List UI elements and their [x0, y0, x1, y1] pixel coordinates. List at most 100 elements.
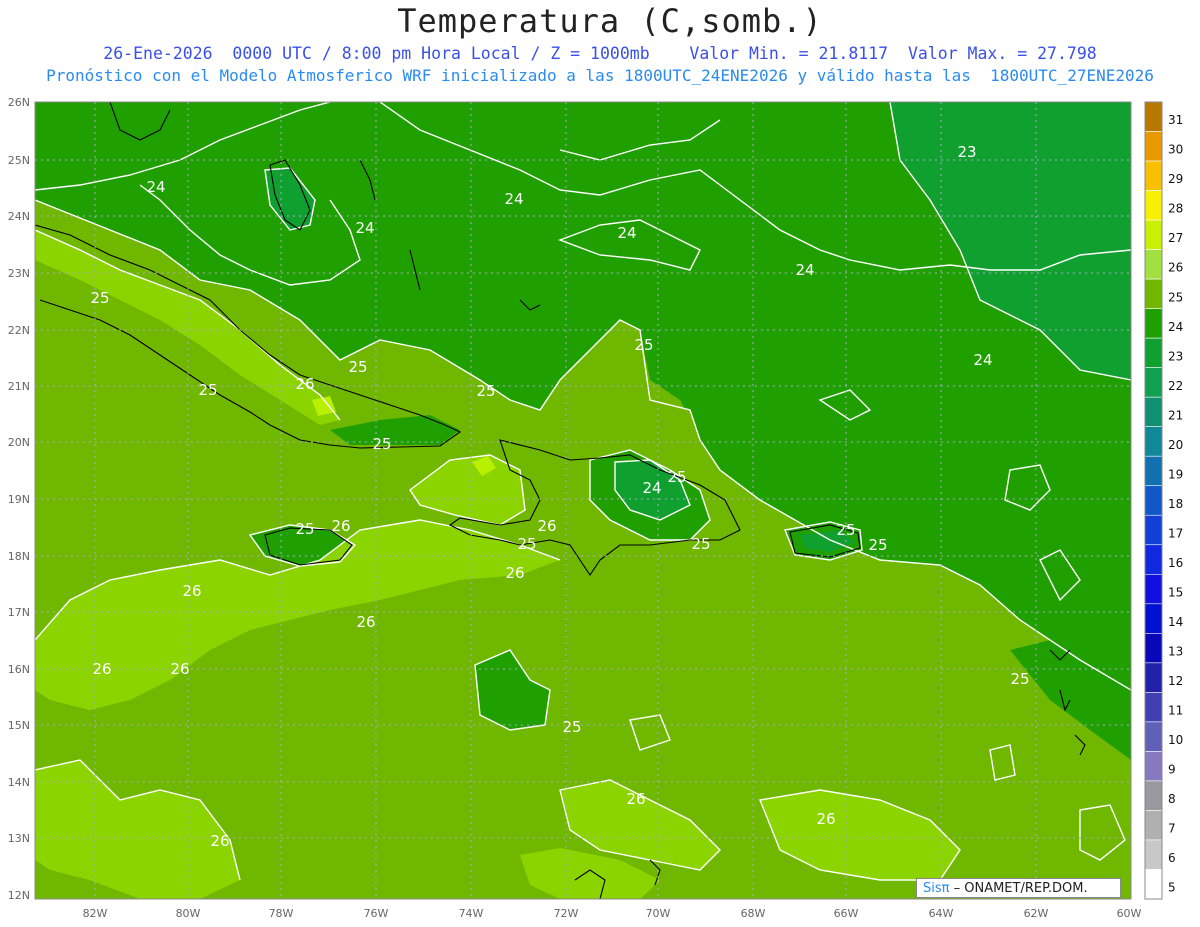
contour-label: 25	[691, 535, 710, 553]
colorbar-label: 13	[1168, 644, 1183, 658]
colorbar-swatch	[1144, 249, 1163, 280]
colorbar-swatch	[1144, 219, 1163, 250]
temperature-map: 26N 25N 24N 23N 22N 21N 20N 19N 18N 17N …	[8, 96, 1184, 920]
colorbar-swatch	[1144, 396, 1163, 428]
colorbar-swatch	[1144, 485, 1163, 516]
contour-label: 25	[372, 435, 391, 453]
lon-label: 74W	[459, 907, 484, 920]
colorbar-label: 26	[1168, 261, 1183, 275]
colorbar-label: 8	[1168, 792, 1176, 806]
contour-label: 26	[626, 790, 645, 808]
contour-label: 26	[816, 810, 835, 828]
colorbar-swatch	[1144, 721, 1163, 752]
lat-label: 18N	[8, 550, 30, 563]
colorbar-swatch	[1144, 662, 1163, 693]
contour-label: 25	[836, 521, 855, 539]
contour-label: 25	[1010, 670, 1029, 688]
lat-label: 25N	[8, 154, 30, 167]
colorbar-swatch	[1144, 839, 1163, 870]
lon-label: 80W	[176, 907, 201, 920]
contour-label: 24	[642, 479, 661, 497]
contour-label: 23	[957, 143, 976, 161]
contour-label: 26	[505, 564, 524, 582]
colorbar-label: 25	[1168, 290, 1183, 304]
colorbar-label: 28	[1168, 202, 1183, 216]
colorbar-swatch	[1144, 514, 1163, 546]
contour-label: 24	[504, 190, 523, 208]
lon-label: 82W	[83, 907, 108, 920]
lat-label: 16N	[8, 663, 30, 676]
colorbar-label: 7	[1168, 822, 1176, 836]
colorbar-label: 21	[1168, 408, 1183, 422]
colorbar-label: 23	[1168, 349, 1183, 363]
colorbar-label: 27	[1168, 231, 1183, 245]
lat-label: 20N	[8, 436, 30, 449]
colorbar-swatch	[1144, 426, 1163, 457]
lat-label: 19N	[8, 493, 30, 506]
colorbar-label: 11	[1168, 704, 1183, 718]
lon-label: 64W	[929, 907, 954, 920]
contour-label: 26	[331, 517, 350, 535]
colorbar-swatch	[1144, 367, 1163, 398]
colorbar-label: 6	[1168, 851, 1176, 865]
contour-label: 24	[355, 219, 374, 237]
colorbar-label: 10	[1168, 733, 1183, 747]
colorbar-label: 9	[1168, 763, 1176, 777]
colorbar-label: 12	[1168, 674, 1183, 688]
colorbar-label: 19	[1168, 467, 1183, 481]
contour-label: 25	[634, 336, 653, 354]
colorbar-swatch	[1144, 308, 1163, 339]
contour-label: 24	[146, 178, 165, 196]
contour-label: 25	[562, 718, 581, 736]
contour-label: 25	[476, 382, 495, 400]
colorbar: 31 30 29 28 27 26 25 24 23 22 21 20 19 18 17 16 15 14 13 12…	[1144, 101, 1183, 900]
colorbar-swatch	[1144, 810, 1163, 841]
colorbar-swatch	[1144, 278, 1163, 309]
contour-label: 24	[795, 261, 814, 279]
colorbar-swatch	[1144, 131, 1163, 162]
lon-label: 78W	[269, 907, 294, 920]
colorbar-swatch	[1144, 160, 1163, 191]
contour-label: 26	[295, 375, 314, 393]
colorbar-swatch	[1144, 101, 1163, 132]
contour-label: 24	[617, 224, 636, 242]
colorbar-swatch	[1144, 751, 1163, 782]
colorbar-label: 24	[1168, 320, 1183, 334]
contour-label: 26	[182, 582, 201, 600]
credit-text: – ONAMET/REP.DOM.	[953, 881, 1088, 896]
lat-label: 15N	[8, 719, 30, 732]
contour-label: 25	[868, 536, 887, 554]
colorbar-label: 17	[1168, 526, 1183, 540]
colorbar-label: 31	[1168, 113, 1183, 127]
colorbar-label: 16	[1168, 556, 1183, 570]
lat-label: 13N	[8, 832, 30, 845]
contour-label: 25	[517, 535, 536, 553]
longitude-axis: 82W 80W 78W 76W 74W 72W 70W 68W 66W 64W …	[83, 907, 1142, 920]
credit-brand: Sisπ	[923, 881, 950, 896]
colorbar-label: 15	[1168, 585, 1183, 599]
lat-label: 14N	[8, 776, 30, 789]
colorbar-label: 14	[1168, 615, 1183, 629]
contour-label: 25	[348, 358, 367, 376]
lon-label: 72W	[554, 907, 579, 920]
contour-label: 25	[295, 520, 314, 538]
colorbar-swatch	[1144, 780, 1163, 811]
colorbar-swatch	[1144, 455, 1163, 487]
lon-label: 70W	[646, 907, 671, 920]
contour-label: 25	[667, 468, 686, 486]
contour-label: 26	[537, 517, 556, 535]
lat-label: 21N	[8, 380, 30, 393]
contour-label: 26	[170, 660, 189, 678]
lat-label: 26N	[8, 96, 30, 109]
colorbar-swatch	[1144, 869, 1163, 900]
lat-label: 23N	[8, 267, 30, 280]
lat-label: 12N	[8, 889, 30, 902]
lat-label: 17N	[8, 606, 30, 619]
contour-label: 26	[356, 613, 375, 631]
lon-label: 60W	[1117, 907, 1142, 920]
lon-label: 62W	[1024, 907, 1049, 920]
lon-label: 66W	[834, 907, 859, 920]
contour-label: 25	[198, 381, 217, 399]
colorbar-label: 29	[1168, 172, 1183, 186]
contour-label: 26	[92, 660, 111, 678]
